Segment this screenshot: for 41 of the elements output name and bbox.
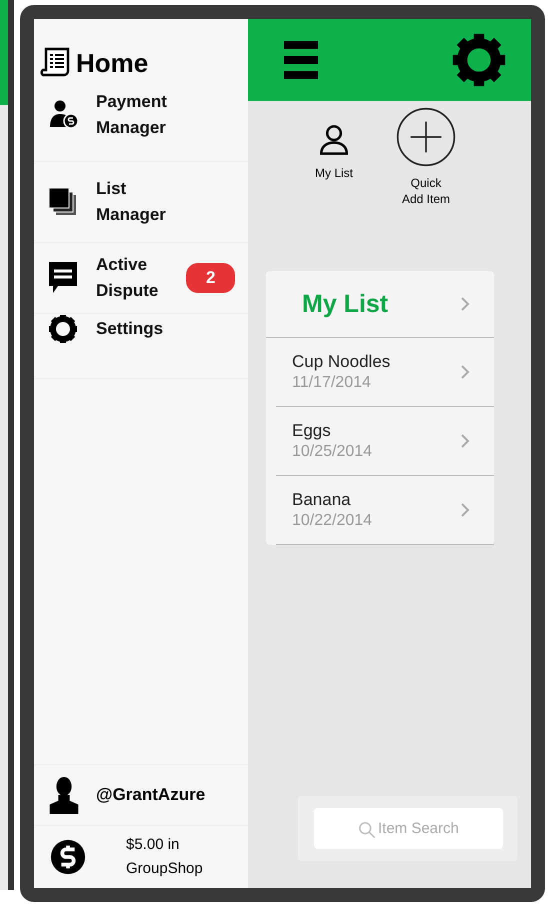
balance-text: $5.00 in GroupShop <box>126 835 204 879</box>
username: @GrantAzure <box>96 785 206 805</box>
menu-item[interactable]: Settings <box>34 314 248 379</box>
settings-icon[interactable] <box>451 32 507 88</box>
action-label: Quick Add Item <box>400 175 452 207</box>
action-label: My List <box>314 165 354 181</box>
menu-label: Settings <box>96 318 164 340</box>
list-title: My List <box>302 290 388 318</box>
item-name: Banana <box>292 490 352 510</box>
menu-icon[interactable] <box>284 41 318 79</box>
settings-icon <box>48 314 78 344</box>
menu-item[interactable]: Active Dispute 2 <box>34 243 248 314</box>
person-dollar-icon <box>48 99 78 129</box>
list-row[interactable]: Cup Noodles 11/17/2014 <box>276 338 494 407</box>
menu-item[interactable]: List Manager <box>34 162 248 243</box>
stacked-squares-icon <box>48 187 78 217</box>
quick-action[interactable]: Quick Add Item <box>390 107 462 207</box>
search-field[interactable]: Item Search <box>314 808 503 849</box>
item-date: 10/22/2014 <box>292 512 372 530</box>
list-row[interactable]: Banana 10/22/2014 <box>276 476 494 545</box>
quick-action[interactable]: My List <box>298 107 370 207</box>
chat-icon <box>48 261 78 295</box>
item-date: 11/17/2014 <box>292 374 372 392</box>
chevron-right-icon <box>460 502 470 518</box>
menu-label: List Manager <box>96 178 167 226</box>
menu-label: Active Dispute <box>96 254 160 302</box>
chevron-right-icon <box>460 433 470 449</box>
search-icon <box>358 821 376 839</box>
person-silhouette-icon <box>48 776 80 814</box>
list-row[interactable]: Eggs 10/25/2014 <box>276 407 494 476</box>
menu-label: Payment Manager <box>96 91 168 139</box>
chevron-right-icon <box>460 364 470 380</box>
user-outline-icon <box>317 123 351 157</box>
home-title: Home <box>76 49 148 77</box>
item-date: 10/25/2014 <box>292 443 372 461</box>
count-badge: 2 <box>186 263 236 293</box>
item-name: Cup Noodles <box>292 352 390 372</box>
dollar-icon <box>48 838 88 876</box>
menu-item[interactable]: Payment Manager <box>34 89 248 162</box>
item-name: Eggs <box>292 421 332 441</box>
chevron-right-icon <box>460 296 470 312</box>
